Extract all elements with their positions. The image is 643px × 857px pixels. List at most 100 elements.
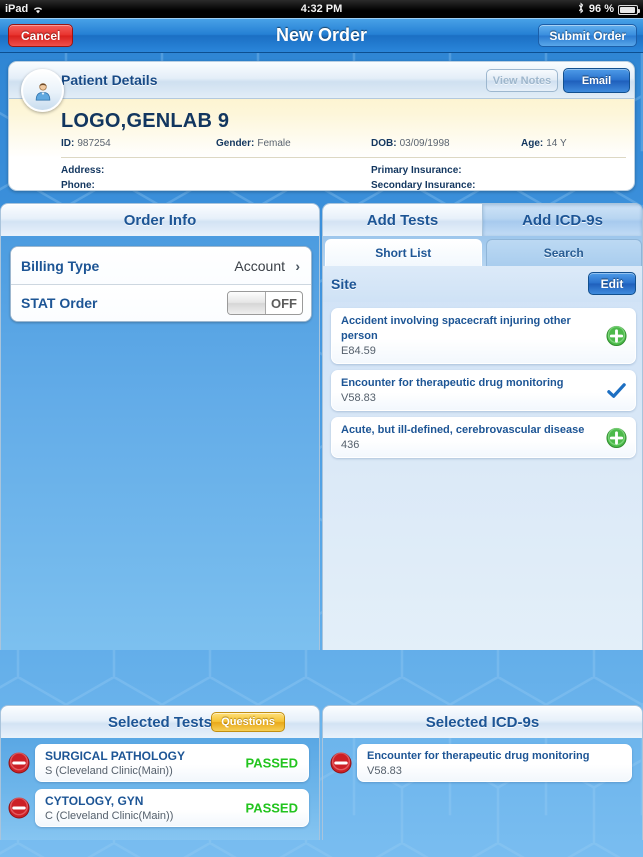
minus-circle-icon[interactable]	[8, 797, 30, 819]
patient-gender-label: Gender:	[216, 138, 255, 149]
selected-tests-list: SURGICAL PATHOLOGY S (Cleveland Clinic(M…	[0, 738, 320, 840]
tab-add-icd9s[interactable]: Add ICD-9s	[482, 204, 642, 236]
selected-icd9-card[interactable]: Encounter for therapeutic drug monitorin…	[357, 744, 632, 782]
list-item[interactable]: CYTOLOGY, GYN C (Cleveland Clinic(Main))…	[1, 788, 319, 828]
chevron-right-icon: ›	[295, 257, 300, 274]
patient-dob-label: DOB:	[371, 138, 397, 149]
selected-tests-title: Selected Tests	[108, 713, 212, 731]
toggle-knob[interactable]	[228, 292, 266, 314]
patient-gender-value: Female	[257, 138, 291, 149]
patient-secondary-insurance-label: Secondary Insurance:	[371, 180, 476, 191]
divider	[61, 157, 626, 158]
ipad-screen: iPad 4:32 PM 96 % New Order Cancel Submi…	[0, 0, 643, 857]
billing-type-label: Billing Type	[21, 257, 100, 274]
icd9-code: V58.83	[341, 392, 376, 404]
icd9-description: Acute, but ill-defined, cerebrovascular …	[341, 424, 585, 436]
patient-primary-insurance-label: Primary Insurance:	[371, 165, 462, 176]
selected-tests-panel: Selected Tests Questions SURGICAL PATHOL…	[0, 705, 320, 840]
icd9-description: Accident involving spacecraft injuring o…	[341, 315, 571, 342]
patient-demographics-row: ID: 987254 Gender: Female DOB: 03/09/1998 A…	[61, 138, 626, 152]
patient-details-header: Patient Details View Notes Email	[9, 62, 634, 99]
selected-icd9s-panel: Selected ICD-9s Encounter for therapeuti…	[322, 705, 643, 840]
patient-gender-field: Gender: Female	[216, 138, 291, 149]
minus-circle-icon[interactable]	[8, 752, 30, 774]
stat-order-label: STAT Order	[21, 295, 98, 311]
add-items-tabbar: Add Tests Add ICD-9s	[322, 203, 643, 236]
list-item[interactable]: SURGICAL PATHOLOGY S (Cleveland Clinic(M…	[1, 743, 319, 783]
person-avatar-icon	[21, 69, 64, 112]
patient-phone-field: Phone:	[61, 180, 98, 191]
patient-age-label: Age:	[521, 138, 544, 149]
order-info-header: Order Info	[0, 203, 320, 236]
patient-phone-label: Phone:	[61, 180, 95, 191]
patient-secondary-insurance-field: Secondary Insurance:	[371, 180, 478, 191]
checkmark-icon[interactable]	[606, 380, 627, 401]
status-badge: PASSED	[245, 800, 299, 816]
patient-dob-field: DOB: 03/09/1998	[371, 138, 450, 149]
icd9-code: E84.59	[341, 345, 376, 357]
page-background: Patient Details View Notes Email LOGO,GE…	[0, 53, 643, 857]
battery-icon	[618, 5, 640, 15]
patient-id-label: ID:	[61, 138, 75, 149]
patient-age-field: Age: 14 Y	[521, 138, 567, 149]
stat-order-row: STAT Order OFF	[11, 284, 311, 321]
patient-address-label: Address:	[61, 165, 105, 176]
status-badge: PASSED	[245, 755, 299, 771]
view-notes-button[interactable]: View Notes	[486, 69, 558, 92]
patient-id-field: ID: 987254	[61, 138, 111, 149]
patient-name: LOGO,GENLAB 9	[61, 110, 230, 132]
email-button[interactable]: Email	[563, 68, 630, 93]
billing-type-value: Account	[234, 257, 285, 274]
plus-circle-icon[interactable]	[606, 427, 627, 448]
list-item[interactable]: Encounter for therapeutic drug monitorin…	[331, 370, 636, 411]
bluetooth-icon	[577, 1, 585, 17]
edit-button[interactable]: Edit	[588, 272, 636, 295]
patient-primary-insurance-field: Primary Insurance:	[371, 165, 465, 176]
selected-test-card[interactable]: SURGICAL PATHOLOGY S (Cleveland Clinic(M…	[35, 744, 309, 782]
stat-order-toggle[interactable]: OFF	[227, 291, 303, 315]
add-icd9s-body: Short List Search Site Edit Accident inv…	[322, 236, 643, 650]
icd9-description: Encounter for therapeutic drug monitorin…	[367, 750, 590, 762]
patient-age-value: 14 Y	[546, 138, 567, 149]
tab-add-tests[interactable]: Add Tests	[323, 204, 482, 236]
plus-circle-icon[interactable]	[606, 325, 627, 347]
ios-status-bar: iPad 4:32 PM 96 %	[0, 0, 643, 18]
icd9-subtabbar: Short List Search	[323, 236, 642, 266]
order-info-panel: Order Info Billing Type Account › STAT O…	[0, 203, 320, 650]
list-item[interactable]: Acute, but ill-defined, cerebrovascular …	[331, 417, 636, 458]
order-settings-group: Billing Type Account › STAT Order OFF	[10, 246, 312, 322]
selected-icd9s-title: Selected ICD-9s	[425, 713, 540, 731]
selected-tests-header: Selected Tests Questions	[0, 705, 320, 738]
battery-percent: 96 %	[588, 3, 614, 15]
submit-order-button[interactable]: Submit Order	[538, 24, 637, 47]
patient-details-card: Patient Details View Notes Email LOGO,GE…	[8, 61, 635, 191]
site-bar: Site Edit	[323, 266, 642, 302]
selected-test-card[interactable]: CYTOLOGY, GYN C (Cleveland Clinic(Main))…	[35, 789, 309, 827]
billing-type-row[interactable]: Billing Type Account ›	[11, 247, 311, 284]
clock: 4:32 PM	[300, 3, 343, 15]
toggle-state-label: OFF	[271, 295, 297, 311]
selected-icd9s-list: Encounter for therapeutic drug monitorin…	[322, 738, 643, 840]
order-info-body: Billing Type Account › STAT Order OFF	[0, 236, 320, 650]
list-item[interactable]: Accident involving spacecraft injuring o…	[331, 308, 636, 364]
patient-dob-value: 03/09/1998	[399, 138, 450, 149]
icd9-shortlist: Accident involving spacecraft injuring o…	[323, 308, 642, 464]
patient-id-value: 987254	[77, 138, 111, 149]
order-info-title: Order Info	[123, 211, 197, 229]
questions-button[interactable]: Questions	[211, 712, 285, 732]
cancel-button[interactable]: Cancel	[8, 24, 74, 47]
patient-address-field: Address:	[61, 165, 107, 176]
site-label: Site	[331, 276, 357, 292]
subtab-search[interactable]: Search	[485, 239, 642, 266]
subtab-short-list[interactable]: Short List	[325, 239, 482, 266]
navigation-bar: New Order Cancel Submit Order	[0, 18, 643, 53]
minus-circle-icon[interactable]	[330, 752, 352, 774]
patient-details-title: Patient Details	[61, 72, 158, 88]
icd9-code: V58.83	[367, 765, 402, 777]
icd9-code: 436	[341, 439, 360, 451]
status-right: 96 %	[577, 1, 640, 17]
list-item[interactable]: Encounter for therapeutic drug monitorin…	[323, 743, 642, 783]
add-items-panel: Add Tests Add ICD-9s Short List Search S…	[322, 203, 643, 650]
selected-icd9s-header: Selected ICD-9s	[322, 705, 643, 738]
icd9-description: Encounter for therapeutic drug monitorin…	[341, 377, 564, 389]
